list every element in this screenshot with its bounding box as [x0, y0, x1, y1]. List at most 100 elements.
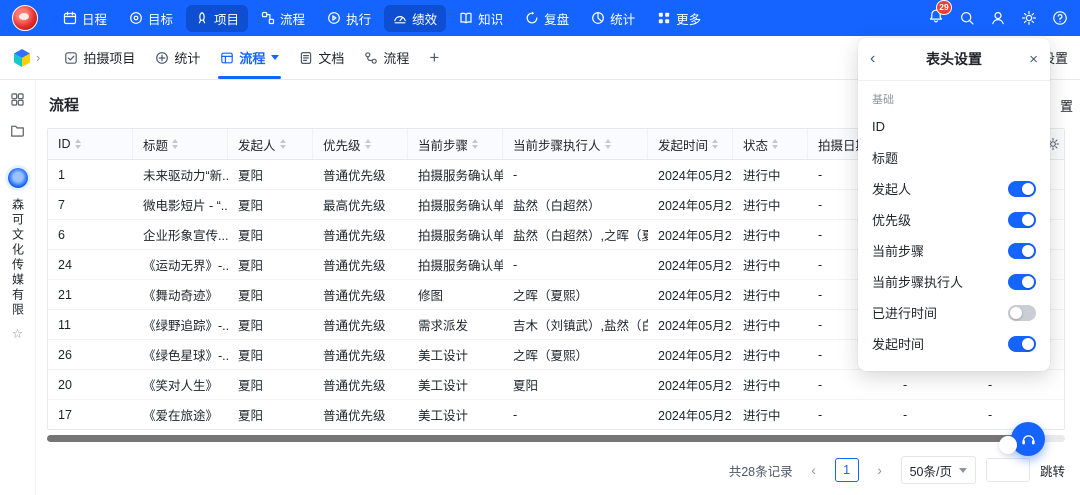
close-icon[interactable]: × [1024, 51, 1038, 68]
page-jump-input[interactable] [985, 458, 1030, 482]
tab-label: 流程 [239, 51, 266, 66]
sort-icon[interactable] [712, 139, 719, 149]
user-icon[interactable] [990, 10, 1006, 26]
page-jump-button[interactable]: 跳转 [1040, 461, 1065, 480]
panel-items: ID 标题 发起人 优先级 当前步骤 当前步骤执行人 已进行时间 发起时间 [872, 111, 1036, 359]
workspace-avatar[interactable] [7, 168, 28, 188]
apps-grid-icon[interactable] [10, 92, 25, 107]
toggle-switch[interactable] [1008, 180, 1036, 197]
tab-flow-2[interactable]: 流程 [354, 36, 419, 79]
column-header-label: 发起人 [238, 138, 276, 153]
table-cell-1-2: 夏阳 [238, 199, 264, 213]
topnav-item-projects[interactable]: 项目 [186, 4, 249, 32]
check-square-icon [64, 51, 78, 65]
topnav-item-label: 更多 [676, 12, 702, 27]
column-header-7[interactable]: 状态 [733, 129, 808, 159]
topnav-item-flow[interactable]: 流程 [252, 5, 314, 32]
top-navigation-bar: 日程 目标 项目 流程 执行 绩效 知识 复盘 统计 更多 29 [0, 0, 1080, 36]
column-header-0[interactable]: ID [48, 129, 133, 159]
column-header-1[interactable]: 标题 [133, 129, 228, 159]
table-cell-8-6: 2024年05月2... [658, 409, 733, 423]
add-tab-button[interactable]: + [419, 48, 449, 68]
column-header-3[interactable]: 优先级 [313, 129, 408, 159]
topnav-item-schedule[interactable]: 日程 [54, 5, 116, 32]
table-row[interactable]: 20 《笑对人生》 夏阳 普通优先级 美工设计 夏阳 2024年05月2... 进行中 - - - [48, 370, 1064, 400]
column-header-5[interactable]: 当前步骤执行人 [503, 129, 648, 159]
assistant-button[interactable] [999, 422, 1045, 456]
table-cell-4-2: 夏阳 [238, 289, 264, 303]
tab-docs[interactable]: 文档 [289, 36, 354, 79]
table-cell-4-6: 2024年05月2... [658, 289, 733, 303]
toolbar-partial-label[interactable]: 置 [1060, 96, 1073, 115]
panel-item-label: 标题 [872, 151, 899, 166]
help-icon[interactable] [1052, 10, 1068, 26]
sort-icon[interactable] [772, 139, 779, 149]
notifications-button[interactable]: 29 [928, 0, 952, 29]
toggle-switch[interactable] [1008, 304, 1036, 321]
table-icon [220, 51, 234, 65]
gear-icon[interactable] [1021, 10, 1037, 26]
table-cell-7-3: 普通优先级 [323, 379, 386, 393]
table-cell-3-3: 普通优先级 [323, 259, 386, 273]
table-row[interactable]: 17 《爱在旅途》 夏阳 普通优先级 美工设计 - 2024年05月2... 进行中 - - - [48, 400, 1064, 429]
topnav-item-execute[interactable]: 执行 [318, 5, 380, 32]
toggle-switch[interactable] [1008, 273, 1036, 290]
sort-icon[interactable] [74, 139, 81, 149]
table-cell-4-3: 普通优先级 [323, 289, 386, 303]
panel-item-4: 当前步骤 [872, 235, 1036, 266]
panel-item-label: 发起时间 [872, 337, 925, 352]
toggle-switch[interactable] [1008, 335, 1036, 352]
chevron-right-icon[interactable]: › [36, 50, 40, 65]
prev-page-button[interactable]: ‹ [803, 459, 825, 481]
company-name: 森可文化传媒有限 [10, 198, 25, 318]
topnav-menu: 日程 目标 项目 流程 执行 绩效 知识 复盘 统计 更多 [54, 4, 710, 32]
app-logo[interactable] [12, 5, 38, 31]
toggle-switch[interactable] [1008, 242, 1036, 259]
panel-item-label: 当前步骤 [872, 244, 925, 259]
column-header-6[interactable]: 发起时间 [648, 129, 733, 159]
column-header-4[interactable]: 当前步骤 [408, 129, 503, 159]
panel-item-2: 发起人 [872, 173, 1036, 204]
star-icon[interactable]: ☆ [12, 326, 24, 342]
topnav-item-label: 复盘 [544, 12, 570, 27]
table-cell-6-2: 夏阳 [238, 349, 264, 363]
panel-section-label: 基础 [872, 94, 894, 106]
table-cell-5-6: 2024年05月2... [658, 319, 733, 333]
topnav-item-review[interactable]: 复盘 [516, 5, 578, 32]
column-header-2[interactable]: 发起人 [228, 129, 313, 159]
sort-icon[interactable] [604, 139, 611, 149]
table-cell-3-6: 2024年05月2... [658, 259, 733, 273]
topnav-item-more[interactable]: 更多 [648, 5, 710, 32]
back-icon[interactable]: ‹ [870, 50, 884, 68]
next-page-button[interactable]: › [869, 459, 891, 481]
sort-icon[interactable] [364, 139, 371, 149]
topnav-item-goals[interactable]: 目标 [120, 5, 182, 32]
more-icon [657, 11, 671, 25]
assistant-headset-icon [1020, 431, 1037, 448]
left-sidebar: 森可文化传媒有限 ☆ [0, 80, 36, 495]
table-cell-7-7: 进行中 [743, 379, 781, 393]
tab-statistics[interactable]: 统计 [145, 36, 210, 79]
toggle-switch[interactable] [1008, 211, 1036, 228]
topnav-item-performance[interactable]: 绩效 [384, 4, 447, 32]
sort-icon[interactable] [472, 139, 479, 149]
column-header-label: 状态 [743, 138, 769, 153]
panel-item-5: 当前步骤执行人 [872, 266, 1036, 297]
sort-icon[interactable] [279, 139, 286, 149]
table-cell-7-1: 《笑对人生》 [143, 379, 219, 393]
panel-item-7: 发起时间 [872, 328, 1036, 359]
workspace-cube-icon[interactable] [12, 48, 32, 68]
sort-icon[interactable] [172, 139, 179, 149]
current-page-button[interactable]: 1 [834, 458, 859, 482]
page-size-select[interactable]: 50条/页 [900, 456, 976, 484]
folder-icon[interactable] [10, 123, 25, 138]
topnav-item-stats[interactable]: 统计 [582, 5, 644, 32]
table-cell-3-4: 拍摄服务确认单 [418, 259, 503, 273]
tab-shooting-project[interactable]: 拍摄项目 [54, 36, 145, 79]
scrollbar-thumb[interactable] [47, 435, 1035, 442]
table-cell-2-5: 盐然（白超然）,之晖（夏熙） [513, 229, 648, 243]
tab-flow[interactable]: 流程 [210, 36, 289, 79]
table-cell-4-5: 之晖（夏熙） [513, 289, 589, 303]
search-icon[interactable] [959, 10, 975, 26]
topnav-item-knowledge[interactable]: 知识 [450, 5, 512, 32]
